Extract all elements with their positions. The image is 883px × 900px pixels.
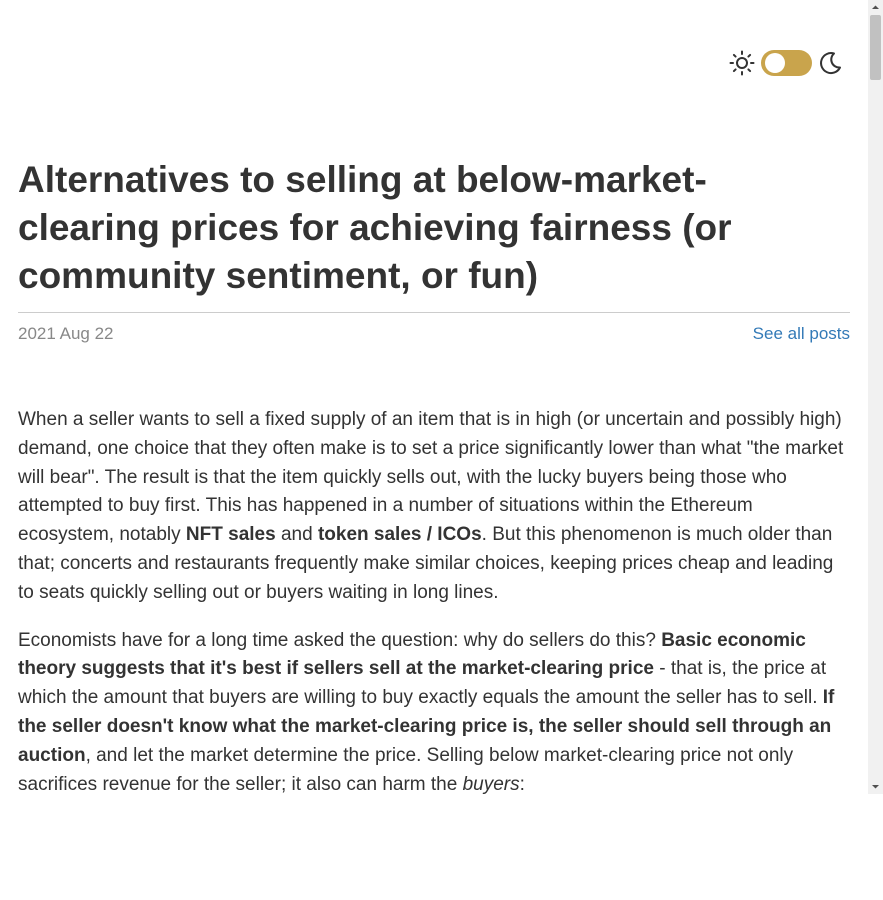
post-date: 2021 Aug 22 <box>18 324 114 343</box>
moon-icon <box>820 52 841 75</box>
scrollbar-thumb[interactable] <box>870 15 881 80</box>
vertical-scrollbar[interactable] <box>868 0 883 794</box>
scroll-down-arrow-icon[interactable] <box>868 779 883 794</box>
theme-toggle[interactable] <box>761 50 812 76</box>
paragraph-1: When a seller wants to sell a fixed supp… <box>18 406 850 608</box>
toggle-knob[interactable] <box>765 53 785 73</box>
post-content: When a seller wants to sell a fixed supp… <box>18 406 850 794</box>
text-span: : <box>519 773 525 794</box>
bold-text: NFT sales <box>185 524 276 546</box>
theme-switch[interactable] <box>729 47 843 79</box>
text-span: Economists have for a long time asked th… <box>18 629 662 651</box>
see-all-posts-link[interactable]: See all posts <box>753 324 850 344</box>
sun-icon <box>729 50 755 76</box>
bold-text: token sales / ICOs <box>317 524 482 546</box>
italic-text: buyers <box>462 773 520 794</box>
text-span: and <box>275 524 318 546</box>
scroll-up-arrow-icon[interactable] <box>868 0 883 15</box>
title-divider <box>18 312 850 313</box>
text-span: , and let the market determine the price… <box>18 744 794 794</box>
post-title: Alternatives to selling at below-market-… <box>18 159 732 296</box>
paragraph-2: Economists have for a long time asked th… <box>18 627 850 794</box>
page-viewport: Alternatives to selling at below-market-… <box>0 0 868 794</box>
